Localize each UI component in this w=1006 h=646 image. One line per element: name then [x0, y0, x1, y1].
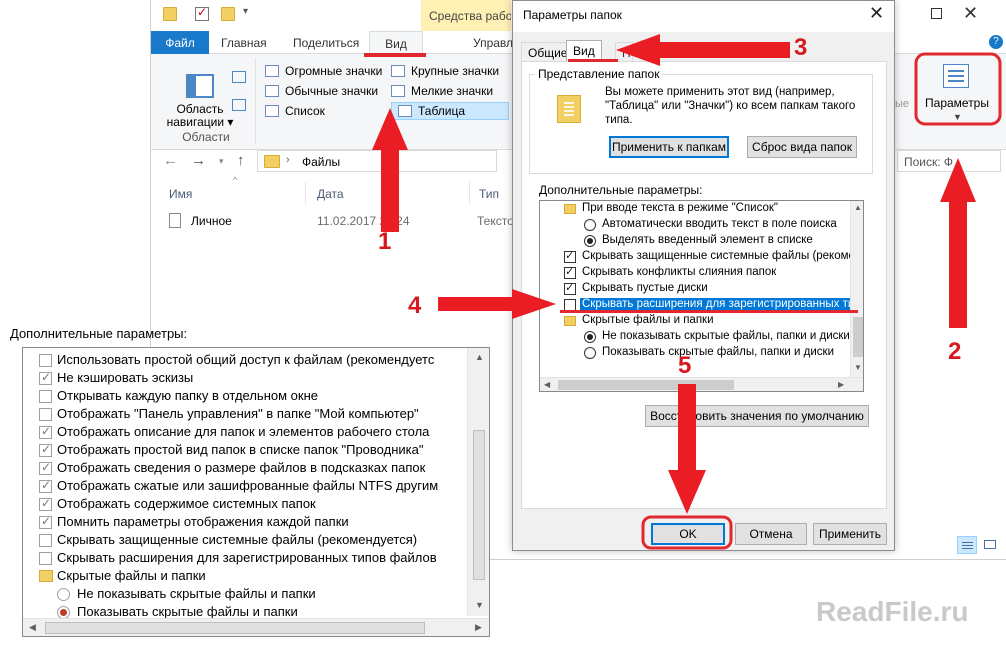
- annotation-arrow-5: [668, 384, 706, 514]
- annotation-number-2: 2: [948, 338, 962, 365]
- annotation-number-5: 5: [678, 352, 692, 379]
- annotation-arrow-1: [372, 108, 408, 232]
- annotation-number-4: 4: [408, 292, 422, 319]
- annotation-overlay: [364, 34, 1002, 550]
- watermark: ReadFile.ru: [816, 596, 969, 627]
- underline-dialog-view-tab: [568, 59, 618, 62]
- underline-view-tab: [364, 53, 426, 57]
- highlight-options-button: [914, 52, 1002, 126]
- annotation-arrow-4: [438, 289, 556, 319]
- annotation-number-1: 1: [378, 228, 392, 255]
- annotation-arrow-2: [940, 158, 976, 328]
- annotation-number-3: 3: [794, 34, 808, 61]
- highlight-ok-button: [641, 515, 733, 550]
- underline-hide-extensions: [560, 310, 858, 313]
- annotation-arrow-3: [616, 34, 790, 66]
